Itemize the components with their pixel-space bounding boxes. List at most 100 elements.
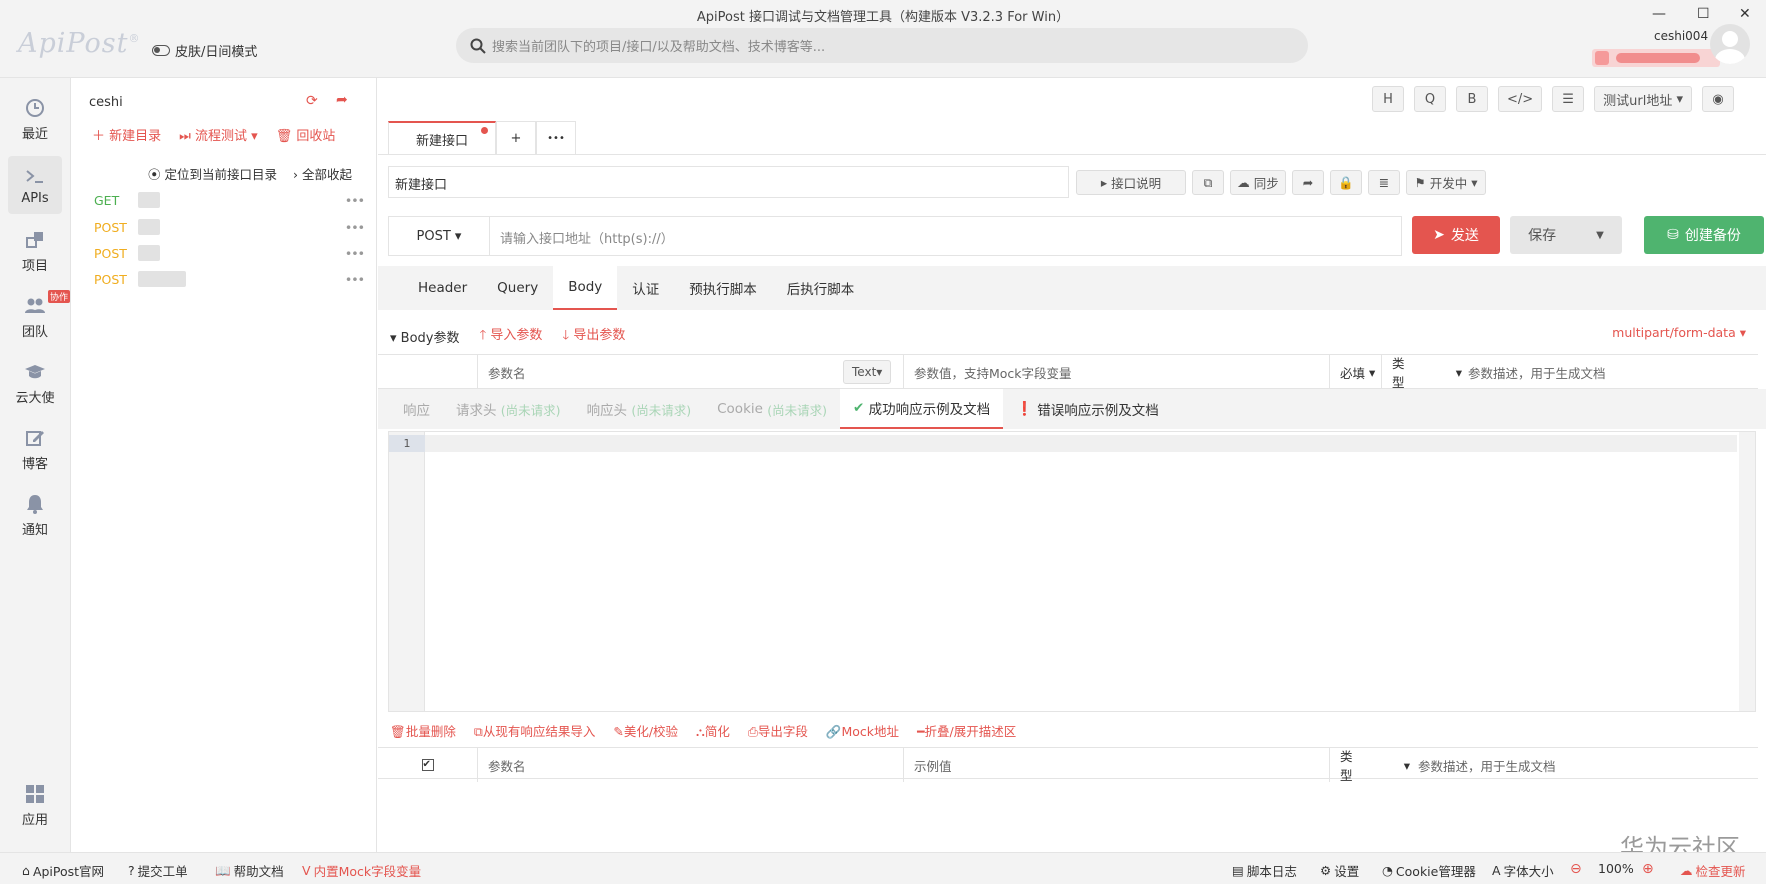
flow-test-button[interactable]: ⏭ 流程测试 ▾: [179, 125, 258, 144]
content-type-select[interactable]: multipart/form-data ▾: [1612, 325, 1746, 340]
recycle-button[interactable]: 🗑 回收站: [276, 125, 336, 144]
param-value-input[interactable]: 参数值，支持Mock字段变量: [904, 355, 1330, 389]
tree-api-item[interactable]: POST •••: [94, 242, 365, 264]
more-icon[interactable]: •••: [345, 246, 365, 261]
heading-button[interactable]: H: [1371, 86, 1404, 112]
zoom-out-button[interactable]: ⊖: [1570, 861, 1582, 877]
add-tab-button[interactable]: +: [496, 121, 536, 155]
nav-item-apis[interactable]: APIs: [8, 156, 62, 214]
tab-body[interactable]: Body: [553, 266, 618, 310]
editor-scrollbar[interactable]: [1739, 432, 1755, 711]
send-button[interactable]: ➤ 发送: [1412, 216, 1500, 254]
vip-badge[interactable]: [1592, 49, 1720, 67]
batch-delete-button[interactable]: 🗑批量删除: [390, 721, 456, 740]
status-select[interactable]: ⚑ 开发中 ▾: [1406, 170, 1486, 195]
nav-item-notify[interactable]: 通知: [8, 486, 62, 544]
collapse-all-button[interactable]: › 全部收起: [293, 164, 352, 183]
type-select[interactable]: 类型 ▾: [1382, 355, 1462, 390]
tab-resp-headers[interactable]: 响应头 (尚未请求): [574, 389, 705, 429]
mock-url-button[interactable]: 🔗Mock地址: [826, 721, 899, 740]
zoom-in-button[interactable]: ⊕: [1642, 861, 1654, 877]
tab-response[interactable]: 响应: [390, 389, 443, 429]
lock-icon[interactable]: 🔒: [1330, 170, 1362, 195]
param-type-select[interactable]: Text ▾: [843, 360, 892, 384]
method-select[interactable]: POST ▾: [388, 216, 490, 256]
maximize-button[interactable]: ☐: [1697, 6, 1710, 22]
tab-new-api[interactable]: 新建接口: [388, 121, 496, 155]
adjust-icon[interactable]: ☰: [1552, 86, 1585, 112]
param-name-input[interactable]: 参数名: [478, 355, 904, 389]
tab-query[interactable]: Query: [482, 266, 553, 310]
simplify-button[interactable]: ⛬简化: [696, 721, 730, 740]
import-params-button[interactable]: 🡑 导入参数: [480, 324, 543, 348]
mock-vars-link[interactable]: V 内置Mock字段变量: [302, 861, 421, 880]
tab-req-headers[interactable]: 请求头 (尚未请求): [443, 389, 574, 429]
resp-example-value[interactable]: 示例值: [904, 748, 1330, 782]
nav-item-recent[interactable]: 最近: [8, 90, 62, 148]
minimize-button[interactable]: —: [1652, 6, 1666, 22]
backup-button[interactable]: ⛁ 创建备份: [1644, 216, 1764, 254]
import-from-response-button[interactable]: ⧉从现有响应结果导入: [474, 721, 595, 740]
more-icon[interactable]: •••: [345, 272, 365, 287]
export-params-button[interactable]: 🡓 导出参数: [562, 324, 625, 348]
toggle-desc-button[interactable]: ━折叠/展开描述区: [917, 721, 1016, 740]
api-name-input[interactable]: 新建接口: [388, 166, 1069, 198]
bold-button[interactable]: B: [1455, 86, 1488, 112]
refresh-icon[interactable]: ⟳: [306, 93, 318, 109]
tab-header[interactable]: Header: [403, 266, 482, 310]
tab-more-button[interactable]: •••: [536, 121, 576, 155]
tree-api-item[interactable]: POST •••: [94, 216, 365, 238]
nav-item-team[interactable]: 团队 协作: [8, 288, 70, 346]
check-update-link[interactable]: ☁ 检查更新: [1680, 861, 1746, 880]
global-search-input[interactable]: 搜索当前团队下的项目/接口/以及帮助文档、技术博客等...: [456, 28, 1308, 63]
api-desc-button[interactable]: ▸ 接口说明: [1076, 170, 1186, 195]
copy-icon[interactable]: ⧉: [1192, 170, 1224, 195]
locate-button[interactable]: ⦿ 定位到当前接口目录: [148, 164, 277, 183]
tab-success-example[interactable]: ✔ 成功响应示例及文档: [840, 389, 1004, 429]
resp-desc-input[interactable]: 参数描述，用于生成文档: [1408, 748, 1748, 782]
tree-api-item[interactable]: POST •••: [94, 268, 365, 290]
tab-error-example[interactable]: ❗ 错误响应示例及文档: [1003, 389, 1172, 429]
nav-item-projects[interactable]: 项目: [8, 222, 62, 280]
select-all-checkbox[interactable]: ✔: [378, 748, 478, 782]
beautify-button[interactable]: ✎美化/校验: [613, 721, 678, 740]
settings-link[interactable]: ⚙ 设置: [1320, 861, 1359, 880]
close-button[interactable]: ✕: [1739, 6, 1751, 22]
tab-cookie[interactable]: Cookie (尚未请求): [704, 389, 840, 429]
skin-toggle[interactable]: 皮肤/日间模式: [152, 41, 257, 60]
nav-item-blog[interactable]: 博客: [8, 420, 62, 478]
cookie-manager-link[interactable]: ◔ Cookie管理器: [1382, 861, 1476, 880]
sync-button[interactable]: ☁ 同步: [1230, 170, 1286, 195]
code-button[interactable]: </>: [1497, 86, 1543, 112]
save-button[interactable]: 保存 ▼: [1510, 216, 1622, 254]
eye-icon[interactable]: ◉: [1702, 86, 1734, 112]
new-dir-button[interactable]: ＋ 新建目录: [92, 125, 161, 144]
share-icon[interactable]: ➦: [336, 92, 348, 108]
resp-type-select[interactable]: 类型 ▾: [1330, 748, 1410, 783]
nav-item-ambassador[interactable]: 云大使: [8, 354, 62, 412]
script-log-link[interactable]: ▤ 脚本日志: [1232, 861, 1297, 880]
body-params-toggle[interactable]: ▾ Body参数: [390, 327, 460, 346]
more-icon[interactable]: •••: [345, 220, 365, 235]
ticket-link[interactable]: ? 提交工单: [128, 861, 188, 880]
tab-pre-script[interactable]: 预执行脚本: [674, 266, 772, 310]
env-select[interactable]: 测试url地址 ▾: [1594, 86, 1692, 112]
share-icon[interactable]: ➦: [1292, 170, 1324, 195]
help-link[interactable]: 📖 帮助文档: [215, 861, 284, 880]
official-site-link[interactable]: ⌂ ApiPost官网: [22, 861, 104, 880]
username[interactable]: ceshi004: [1654, 29, 1708, 43]
code-editor[interactable]: 1: [388, 431, 1756, 712]
nav-item-apps[interactable]: 应用: [8, 776, 62, 834]
avatar[interactable]: [1710, 24, 1750, 64]
tab-auth[interactable]: 认证: [617, 266, 674, 310]
required-select[interactable]: 必填 ▾: [1330, 355, 1382, 389]
export-fields-button[interactable]: ⎙导出字段: [748, 721, 808, 740]
more-icon[interactable]: •••: [345, 193, 365, 208]
tab-post-script[interactable]: 后执行脚本: [772, 266, 870, 310]
quote-button[interactable]: Q: [1413, 86, 1446, 112]
tree-api-item[interactable]: GET •••: [94, 189, 365, 211]
url-input[interactable]: 请输入接口地址（http(s)://）: [489, 216, 1402, 256]
database-icon[interactable]: ≣: [1368, 170, 1400, 195]
param-desc-input[interactable]: 参数描述，用于生成文档: [1458, 355, 1748, 389]
resp-param-name[interactable]: 参数名: [478, 748, 904, 782]
